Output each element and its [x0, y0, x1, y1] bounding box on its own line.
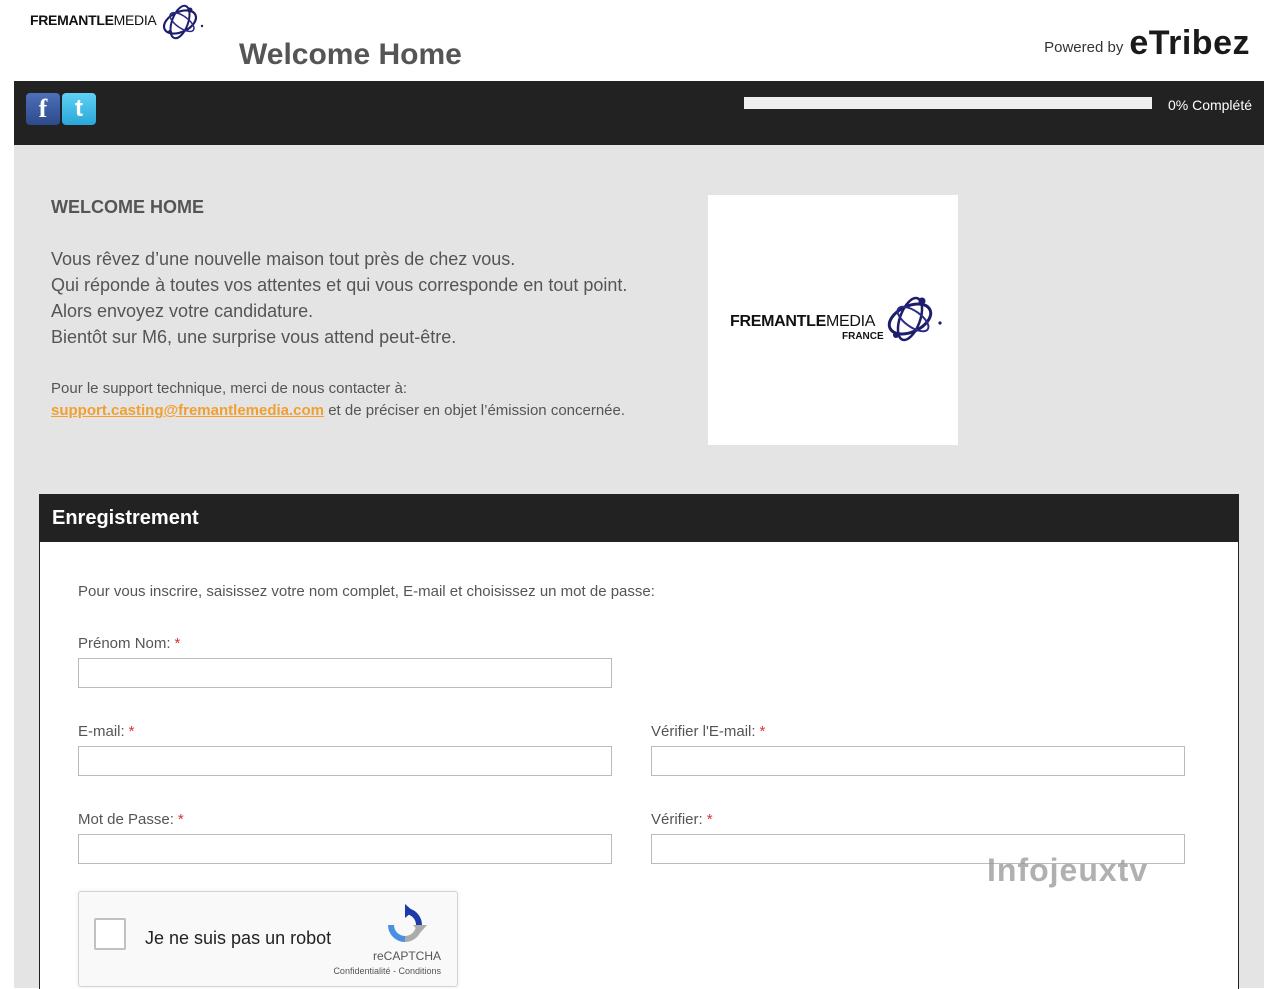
registration-title: Enregistrement	[40, 495, 1238, 542]
intro-line: Vous rêvez d’une nouvelle maison tout pr…	[51, 249, 516, 269]
registration-panel: Enregistrement Pour vous inscrire, saisi…	[39, 494, 1239, 989]
password-label: Mot de Passe: *	[78, 811, 184, 828]
required-marker: *	[128, 723, 135, 740]
logo-text: FREMANTLEMEDIA	[30, 12, 157, 28]
required-marker: *	[706, 811, 713, 828]
support-email-link[interactable]: support.casting@fremantlemedia.com	[51, 402, 324, 419]
progress-text: 0% Complété	[1167, 97, 1252, 113]
fremantlemedia-france-logo: FREMANTLEMEDIA FRANCE	[708, 195, 958, 445]
watermark: Infojeuxtv	[987, 852, 1149, 888]
full-name-label: Prénom Nom: *	[78, 635, 181, 652]
password-verify-label: Vérifier: *	[651, 811, 713, 828]
support-text: Pour le support technique, merci de nous…	[51, 378, 691, 422]
support-suffix: et de préciser en objet l’émission conce…	[328, 402, 626, 419]
etribez-logo: eTribez	[1129, 24, 1250, 62]
required-marker: *	[174, 635, 181, 652]
powered-by[interactable]: Powered by eTribez	[1044, 26, 1250, 60]
support-prefix: Pour le support technique, merci de nous…	[51, 380, 408, 397]
email-label: E-mail: *	[78, 723, 135, 740]
recaptcha-checkbox[interactable]	[94, 918, 126, 950]
recaptcha-widget: Je ne suis pas un robot reCAPTCHA Confid…	[78, 891, 458, 987]
recaptcha-brand: reCAPTCHA	[372, 949, 441, 963]
password-input[interactable]	[78, 834, 612, 864]
fremantlemedia-logo[interactable]: FREMANTLEMEDIA	[30, 2, 210, 42]
logo-box-subtitle: FRANCE	[842, 331, 884, 342]
progress-bar	[744, 97, 1152, 109]
full-name-input[interactable]	[78, 658, 612, 688]
email-input[interactable]	[78, 746, 612, 776]
required-marker: *	[177, 811, 184, 828]
email-verify-label: Vérifier l'E-mail: *	[651, 723, 766, 740]
facebook-icon[interactable]: f	[26, 93, 60, 125]
registration-instructions: Pour vous inscrire, saisissez votre nom …	[78, 583, 655, 600]
intro-heading: WELCOME HOME	[51, 197, 204, 217]
powered-by-label: Powered by	[1044, 39, 1124, 56]
intro-section: WELCOME HOME Vous rêvez d’une nouvelle m…	[51, 197, 691, 422]
page-title: Welcome Home	[239, 38, 462, 71]
globe-logo-icon	[162, 4, 204, 40]
top-bar: f t 0% Complété	[14, 81, 1264, 145]
intro-line: Qui réponde à toutes vos attentes et qui…	[51, 275, 628, 295]
required-marker: *	[759, 723, 766, 740]
twitter-icon[interactable]: t	[62, 93, 96, 125]
recaptcha-links[interactable]: Confidentialité - Conditions	[333, 966, 441, 976]
main-content: WELCOME HOME Vous rêvez d’une nouvelle m…	[14, 145, 1264, 989]
recaptcha-icon	[388, 904, 427, 942]
email-verify-input[interactable]	[651, 746, 1185, 776]
intro-line: Bientôt sur M6, une surprise vous attend…	[51, 327, 457, 347]
globe-logo-icon	[887, 296, 942, 342]
recaptcha-label: Je ne suis pas un robot	[145, 928, 332, 948]
logo-box-text: FREMANTLEMEDIA	[730, 313, 876, 330]
intro-line: Alors envoyez votre candidature.	[51, 301, 314, 321]
